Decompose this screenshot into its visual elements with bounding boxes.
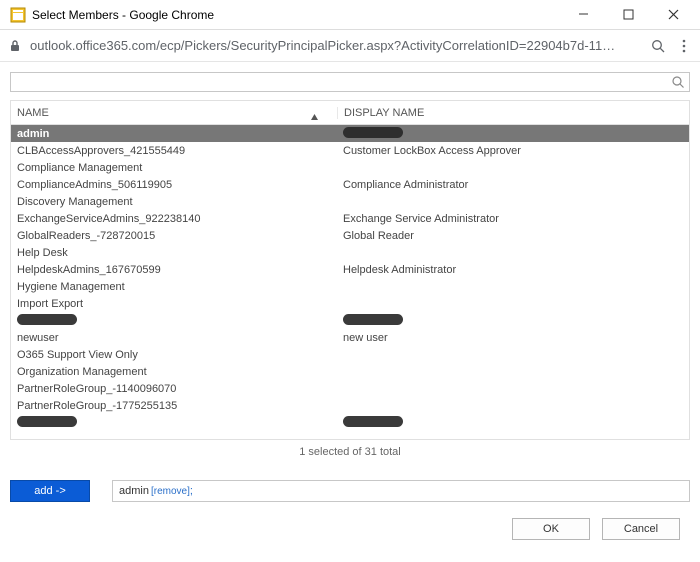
cell-display	[337, 314, 689, 328]
cell-name: newuser	[11, 332, 337, 344]
url-text[interactable]: outlook.office365.com/ecp/Pickers/Securi…	[30, 38, 640, 53]
cell-name: Organization Management	[11, 366, 337, 378]
table-header: NAME DISPLAY NAME	[11, 101, 689, 125]
table-row[interactable]	[11, 312, 689, 329]
titlebar: Select Members - Google Chrome	[0, 0, 700, 30]
table-row[interactable]: Organization Management	[11, 363, 689, 380]
table-row[interactable]: PartnerRoleGroup_-1140096070	[11, 380, 689, 397]
cell-name: CLBAccessApprovers_421555449	[11, 145, 337, 157]
column-display-label: DISPLAY NAME	[344, 107, 424, 119]
table-row[interactable]: CLBAccessApprovers_421555449Customer Loc…	[11, 142, 689, 159]
cell-name: admin	[11, 128, 337, 140]
selection-status: 1 selected of 31 total	[10, 446, 690, 458]
cell-name: Import Export	[11, 298, 337, 310]
table-row[interactable]: ComplianceAdmins_506119905Compliance Adm…	[11, 176, 689, 193]
cell-name: GlobalReaders_-728720015	[11, 230, 337, 242]
table-row[interactable]: Hygiene Management	[11, 278, 689, 295]
redacted	[343, 314, 403, 325]
zoom-icon[interactable]	[650, 38, 666, 54]
cell-name: Hygiene Management	[11, 281, 337, 293]
cell-display: Helpdesk Administrator	[337, 264, 689, 276]
cell-display: Exchange Service Administrator	[337, 213, 689, 225]
redacted	[343, 127, 403, 138]
table-row[interactable]: PartnerRoleGroup_-1775255135	[11, 397, 689, 414]
cell-name: Compliance Management	[11, 162, 337, 174]
search-box[interactable]	[10, 72, 690, 92]
cell-display	[337, 416, 689, 430]
cell-display	[337, 127, 689, 141]
addressbar: outlook.office365.com/ecp/Pickers/Securi…	[0, 30, 700, 62]
table-row[interactable]: Import Export	[11, 295, 689, 312]
cell-name: O365 Support View Only	[11, 349, 337, 361]
cell-name	[11, 416, 337, 430]
table-row[interactable]: HelpdeskAdmins_167670599Helpdesk Adminis…	[11, 261, 689, 278]
table-row[interactable]	[11, 414, 689, 431]
cancel-button[interactable]: Cancel	[602, 518, 680, 540]
window-title: Select Members - Google Chrome	[32, 8, 561, 22]
members-table: NAME DISPLAY NAME admin CLBAccessApprover…	[10, 100, 690, 440]
redacted	[17, 416, 77, 427]
search-input[interactable]	[15, 73, 671, 91]
cell-name: PartnerRoleGroup_-1140096070	[11, 383, 337, 395]
cell-display: Global Reader	[337, 230, 689, 242]
table-row[interactable]: Help Desk	[11, 244, 689, 261]
column-name[interactable]: NAME	[11, 107, 337, 119]
minimize-button[interactable]	[561, 0, 606, 30]
cell-display: new user	[337, 332, 689, 344]
cell-name: HelpdeskAdmins_167670599	[11, 264, 337, 276]
close-button[interactable]	[651, 0, 696, 30]
table-row[interactable]: Discovery Management	[11, 193, 689, 210]
redacted	[17, 314, 77, 325]
column-display-name[interactable]: DISPLAY NAME	[337, 107, 689, 119]
maximize-button[interactable]	[606, 0, 651, 30]
redacted	[343, 416, 403, 427]
separator: ;	[190, 485, 193, 497]
cell-name: Help Desk	[11, 247, 337, 259]
menu-icon[interactable]	[676, 38, 692, 54]
table-row[interactable]: admin	[11, 125, 689, 142]
add-button[interactable]: add ->	[10, 480, 90, 502]
table-row[interactable]: GlobalReaders_-728720015Global Reader	[11, 227, 689, 244]
table-body[interactable]: admin CLBAccessApprovers_421555449Custome…	[11, 125, 689, 439]
table-row[interactable]: Compliance Management	[11, 159, 689, 176]
selected-member: admin	[119, 485, 149, 497]
app-icon	[10, 7, 26, 23]
cell-display: Compliance Administrator	[337, 179, 689, 191]
table-row[interactable]: O365 Support View Only	[11, 346, 689, 363]
column-name-label: NAME	[17, 107, 49, 119]
sort-asc-icon	[310, 113, 319, 125]
table-row[interactable]: ExchangeServiceAdmins_922238140Exchange …	[11, 210, 689, 227]
cell-name: ComplianceAdmins_506119905	[11, 179, 337, 191]
remove-link[interactable]: [remove]	[151, 486, 190, 497]
cell-name: PartnerRoleGroup_-1775255135	[11, 400, 337, 412]
cell-name: Discovery Management	[11, 196, 337, 208]
table-row[interactable]: newusernew user	[11, 329, 689, 346]
search-icon[interactable]	[671, 75, 685, 89]
cell-name	[11, 314, 337, 328]
cell-display: Customer LockBox Access Approver	[337, 145, 689, 157]
lock-icon	[8, 39, 22, 53]
selected-members-field[interactable]: admin [remove];	[112, 480, 690, 502]
ok-button[interactable]: OK	[512, 518, 590, 540]
cell-name: ExchangeServiceAdmins_922238140	[11, 213, 337, 225]
